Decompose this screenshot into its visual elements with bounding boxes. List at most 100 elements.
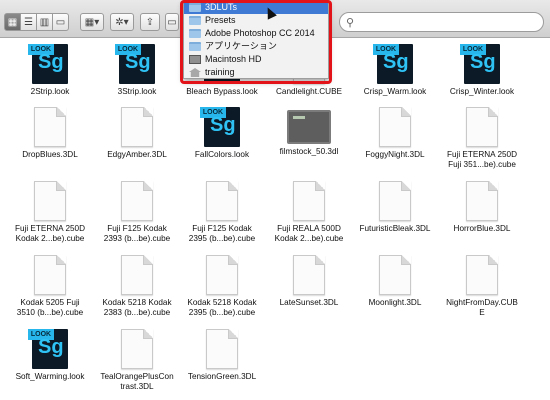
file-name-label: Crisp_Warm.look	[363, 87, 427, 96]
cover-flow-button[interactable]: ▭	[52, 13, 69, 31]
sg-logo-icon: Sg	[38, 336, 64, 358]
popup-menu-item-label: 3DLUTs	[205, 2, 238, 12]
file-name-label: EdgyAmber.3DL	[107, 150, 167, 159]
file-item[interactable]: DropBlues.3DL	[4, 107, 96, 160]
file-name-label: Kodak 5218 Kodak 2395 (b...be).cube	[187, 298, 257, 317]
file-item[interactable]: Fuji F125 Kodak 2395 (b...be).cube	[176, 181, 268, 244]
file-name-label: TensionGreen.3DL	[187, 372, 257, 381]
folder-icon	[189, 3, 201, 12]
document-icon	[121, 181, 153, 221]
document-icon	[293, 181, 325, 221]
file-name-label: Fuji REALA 500D Kodak 2...be).cube	[274, 224, 344, 243]
popup-menu-item[interactable]: Macintosh HD	[184, 53, 328, 66]
sg-logo-icon: Sg	[210, 114, 236, 136]
file-item[interactable]: Fuji ETERNA 250D Fuji 351...be).cube	[436, 107, 528, 170]
file-item[interactable]: Fuji REALA 500D Kodak 2...be).cube	[263, 181, 355, 244]
file-item[interactable]: Kodak 5218 Kodak 2395 (b...be).cube	[176, 255, 268, 318]
popup-menu-item[interactable]: 3DLUTs	[184, 1, 328, 14]
file-item[interactable]: Moonlight.3DL	[349, 255, 441, 308]
document-icon	[34, 181, 66, 221]
file-item[interactable]: NightFromDay.CUB E	[436, 255, 528, 318]
file-item[interactable]: TealOrangePlusCon trast.3DL	[91, 329, 183, 392]
speedgrade-look-icon: LOOKSg	[28, 44, 68, 84]
file-item[interactable]: filmstock_50.3dl	[263, 107, 355, 157]
icon-view-button[interactable]: ▦	[4, 13, 21, 31]
file-item[interactable]: FoggyNight.3DL	[349, 107, 441, 160]
popup-menu-item-label: training	[205, 67, 235, 77]
file-item[interactable]: LOOK Sg 3Strip.look	[91, 44, 183, 97]
folder-icon	[189, 16, 201, 25]
file-name-label: Crisp_Winter.look	[449, 87, 515, 96]
sg-logo-icon: Sg	[125, 51, 151, 73]
file-name-label: HorrorBlue.3DL	[453, 224, 511, 233]
document-icon	[379, 181, 411, 221]
file-item[interactable]: LateSunset.3DL	[263, 255, 355, 308]
file-name-label: Fuji F125 Kodak 2393 (b...be).cube	[103, 224, 171, 243]
file-item[interactable]: Kodak 5205 Fuji 3510 (b...be).cube	[4, 255, 96, 318]
document-icon	[121, 107, 153, 147]
file-name-label: filmstock_50.3dl	[279, 147, 339, 156]
search-input[interactable]: ⚲	[339, 12, 544, 32]
file-name-label: NightFromDay.CUB E	[446, 298, 518, 317]
sg-logo-icon: Sg	[383, 51, 409, 73]
document-icon	[206, 181, 238, 221]
file-name-label: 3Strip.look	[117, 87, 157, 96]
file-item[interactable]: Fuji F125 Kodak 2393 (b...be).cube	[91, 181, 183, 244]
path-popup-menu: 3DLUTs Presets Adobe Photoshop CC 2014 アプリケ…	[183, 0, 329, 79]
popup-menu-item[interactable]: training	[184, 66, 328, 79]
file-name-label: LateSunset.3DL	[279, 298, 339, 307]
home-icon	[189, 68, 201, 77]
popup-menu-item[interactable]: Adobe Photoshop CC 2014	[184, 27, 328, 40]
file-item[interactable]: Kodak 5218 Kodak 2383 (b...be).cube	[91, 255, 183, 318]
speedgrade-look-icon: LOOKSg	[200, 107, 240, 147]
arrange-button[interactable]: ▦▾	[80, 13, 104, 31]
popup-menu-item-label: Presets	[205, 15, 236, 25]
popup-menu-item-label: Macintosh HD	[205, 54, 262, 64]
document-icon	[121, 329, 153, 369]
file-name-label: Soft_Warming.look	[15, 372, 85, 381]
share-button[interactable]: ⇪	[140, 13, 160, 31]
folder-icon	[189, 42, 201, 51]
file-item[interactable]: Fuji ETERNA 250D Kodak 2...be).cube	[4, 181, 96, 244]
file-item[interactable]: EdgyAmber.3DL	[91, 107, 183, 160]
document-icon	[206, 329, 238, 369]
file-item[interactable]: LOOK Sg 2Strip.look	[4, 44, 96, 97]
popup-menu-item[interactable]: アプリケーション	[184, 40, 328, 53]
sg-logo-icon: Sg	[38, 51, 64, 73]
file-name-label: Fuji F125 Kodak 2395 (b...be).cube	[188, 224, 256, 243]
document-icon	[206, 255, 238, 295]
file-item[interactable]: LOOK Sg Crisp_Warm.look	[349, 44, 441, 97]
file-item[interactable]: FuturisticBleak.3DL	[349, 181, 441, 234]
file-name-label: FoggyNight.3DL	[365, 150, 425, 159]
file-item[interactable]: TensionGreen.3DL	[176, 329, 268, 382]
tags-button[interactable]: ▭	[165, 13, 179, 31]
popup-menu-item-label: アプリケーション	[205, 41, 277, 51]
speedgrade-look-icon: LOOKSg	[115, 44, 155, 84]
file-name-label: 2Strip.look	[30, 87, 70, 96]
document-icon	[466, 107, 498, 147]
file-name-label: FallColors.look	[194, 150, 250, 159]
document-icon	[34, 107, 66, 147]
sg-logo-icon: Sg	[470, 51, 496, 73]
document-icon	[466, 181, 498, 221]
document-icon	[466, 255, 498, 295]
document-icon	[379, 255, 411, 295]
file-item[interactable]: LOOK Sg FallColors.look	[176, 107, 268, 160]
document-icon	[293, 255, 325, 295]
file-name-label: Kodak 5218 Kodak 2383 (b...be).cube	[102, 298, 172, 317]
file-item[interactable]: LOOK Sg Soft_Warming.look	[4, 329, 96, 382]
column-view-button[interactable]: ▥	[36, 13, 53, 31]
file-icon-grid: LOOKSg2Strip.lookLOOKSg3Strip.lookLOOKSg…	[0, 40, 550, 400]
file-item[interactable]: HorrorBlue.3DL	[436, 181, 528, 234]
file-name-label: Fuji ETERNA 250D Fuji 351...be).cube	[446, 150, 518, 169]
popup-menu-item[interactable]: Presets	[184, 14, 328, 27]
file-item[interactable]: LOOK Sg Crisp_Winter.look	[436, 44, 528, 97]
list-view-button[interactable]: ☰	[20, 13, 37, 31]
action-gear-button[interactable]: ✲▾	[110, 13, 134, 31]
file-name-label: FuturisticBleak.3DL	[359, 224, 431, 233]
speedgrade-look-icon: LOOKSg	[28, 329, 68, 369]
file-name-label: TealOrangePlusCon trast.3DL	[100, 372, 174, 391]
document-icon	[379, 107, 411, 147]
popup-menu-item-label: Adobe Photoshop CC 2014	[205, 28, 315, 38]
file-name-label: Fuji ETERNA 250D Kodak 2...be).cube	[14, 224, 86, 243]
